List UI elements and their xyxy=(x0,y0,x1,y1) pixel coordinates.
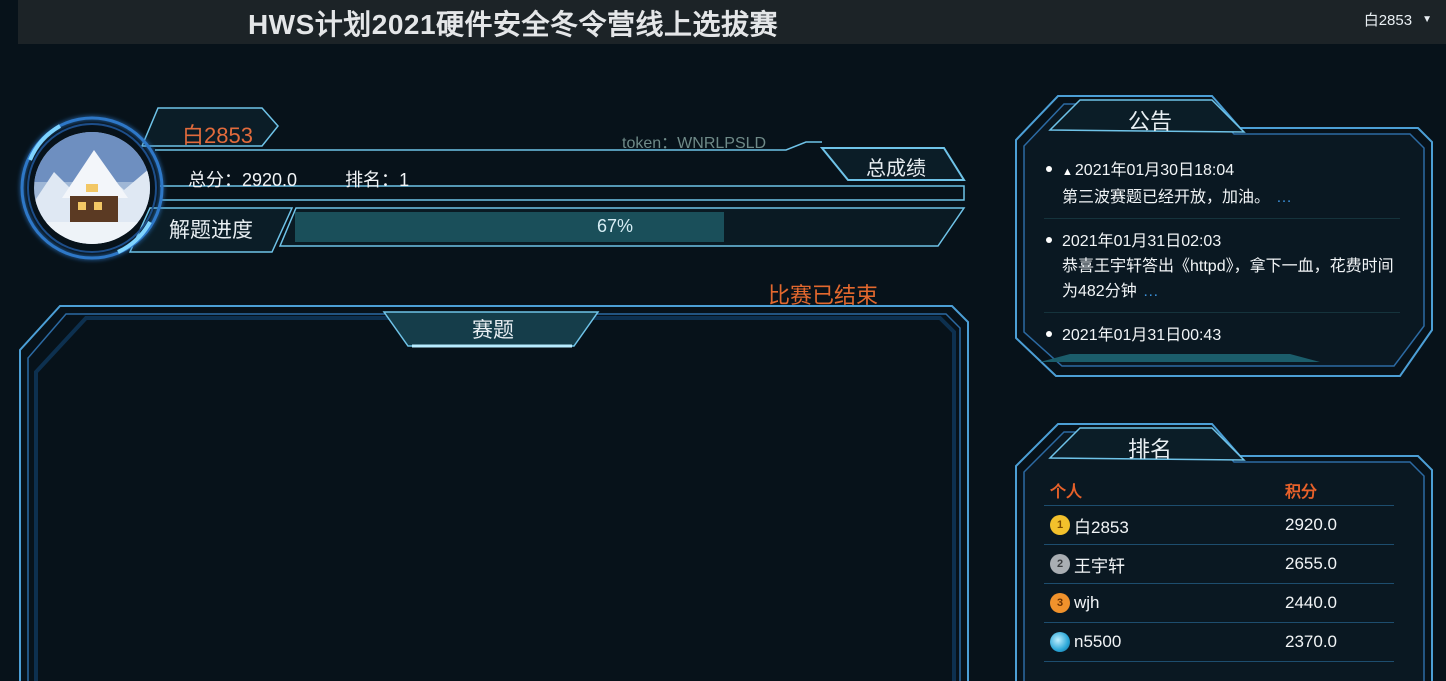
rank-name-cell: 1 白2853 xyxy=(1044,513,1285,538)
notice-text: 第三波赛题已经开放，加油。 xyxy=(1062,189,1271,206)
notice-item[interactable]: 2021年01月31日02:03 恭喜王宇轩答出《httpd》，拿下一血，花费时… xyxy=(1044,227,1400,313)
notice-text-line: 第三波赛题已经开放，加油。 … xyxy=(1062,185,1400,210)
token-label: token： xyxy=(622,135,678,152)
rank-score: 2440.0 xyxy=(1285,593,1337,612)
table-row[interactable]: 2 王宇轩 2655.0 xyxy=(1044,545,1394,584)
notice-title: 公告 xyxy=(1127,109,1172,134)
table-row[interactable]: n5500 2370.0 xyxy=(1044,623,1394,662)
username: 白2853 xyxy=(182,123,253,148)
rank-score: 2370.0 xyxy=(1285,632,1337,651)
progress-bar: 67% xyxy=(295,212,935,242)
total-score-tab[interactable]: 总成绩 xyxy=(866,152,926,181)
user-menu-label: 白2853 xyxy=(1363,12,1413,29)
notice-time: 2021年01月31日02:03 xyxy=(1062,233,1222,250)
challenge-panel xyxy=(19,305,969,681)
rank-name: wjh xyxy=(1074,593,1100,612)
notice-time-line: ▲ 2021年01月30日18:04 xyxy=(1062,158,1400,185)
table-row[interactable]: 3 wjh 2440.0 xyxy=(1044,584,1394,623)
rank-name: 白2853 xyxy=(1074,517,1129,537)
pin-icon: ▲ xyxy=(1062,166,1073,178)
token-value: WNRLPSLD xyxy=(677,135,767,152)
top-bar: HWS计划2021硬件安全冬令营线上选拔赛 白2853 ▼ xyxy=(18,0,1446,44)
user-avatar-icon xyxy=(1050,632,1070,652)
notice-text: 恭喜王宇轩答出《httpd》，拿下一血，花费时间为482分钟 xyxy=(1062,258,1394,300)
avatar xyxy=(34,132,150,244)
table-row[interactable]: 1 白2853 2920.0 xyxy=(1044,506,1394,545)
token-display: token：WNRLPSLD xyxy=(622,129,766,153)
notice-more-link[interactable]: … xyxy=(1276,189,1292,206)
notice-time: 2021年01月30日18:04 xyxy=(1074,162,1235,179)
ranking-table: 个人 积分 1 白2853 2920.0 2 王宇轩 2655.0 3 wjh … xyxy=(1044,474,1394,662)
user-menu[interactable]: 白2853 ▼ xyxy=(1364,9,1432,30)
rank-name-cell: 3 wjh xyxy=(1044,593,1285,613)
rank-score: 2655.0 xyxy=(1285,554,1337,573)
score-stat: 总分：2920.0 xyxy=(188,166,297,192)
rank-name-cell: n5500 xyxy=(1044,632,1285,652)
score-label: 总分： xyxy=(188,170,242,190)
col-score-header: 积分 xyxy=(1285,483,1318,501)
rank-label: 排名： xyxy=(345,170,400,190)
notice-list: ▲ 2021年01月30日18:04 第三波赛题已经开放，加油。 … 2021年01… xyxy=(1044,156,1400,364)
bullet-icon xyxy=(1046,331,1052,337)
notice-item[interactable]: ▲ 2021年01月30日18:04 第三波赛题已经开放，加油。 … xyxy=(1044,156,1400,219)
chevron-down-icon: ▼ xyxy=(1422,14,1432,25)
challenges-title: 赛题 xyxy=(472,319,514,342)
gold-medal-icon: 1 xyxy=(1050,515,1070,535)
progress-label: 解题进度 xyxy=(169,219,253,242)
notice-more-link[interactable]: … xyxy=(1143,283,1159,300)
rank-name: 王宇轩 xyxy=(1074,556,1125,576)
score-value: 2920.0 xyxy=(242,170,298,190)
rank-name: n5500 xyxy=(1074,632,1122,651)
rank-value: 1 xyxy=(399,170,410,190)
col-person-header: 个人 xyxy=(1050,483,1083,501)
silver-medal-icon: 2 xyxy=(1050,554,1070,574)
bronze-medal-icon: 3 xyxy=(1050,593,1070,613)
app-title: HWS计划2021硬件安全冬令营线上选拔赛 xyxy=(247,9,779,40)
notice-time: 2021年01月31日00:43 xyxy=(1062,327,1222,344)
bullet-icon xyxy=(1046,237,1052,243)
ranking-title: 排名 xyxy=(1127,437,1172,462)
rank-score: 2920.0 xyxy=(1285,515,1337,534)
notice-item[interactable]: 2021年01月31日00:43 xyxy=(1044,321,1400,356)
rank-name-cell: 2 王宇轩 xyxy=(1044,552,1285,577)
progress-text: 67% xyxy=(596,216,634,236)
rank-stat: 排名：1 xyxy=(345,166,409,192)
notice-text-line: 恭喜王宇轩答出《httpd》，拿下一血，花费时间为482分钟… xyxy=(1062,254,1400,304)
score-line: 总分：2920.0 排名：1 xyxy=(188,166,409,192)
bullet-icon xyxy=(1046,166,1052,172)
ranking-header: 个人 积分 xyxy=(1044,474,1394,506)
